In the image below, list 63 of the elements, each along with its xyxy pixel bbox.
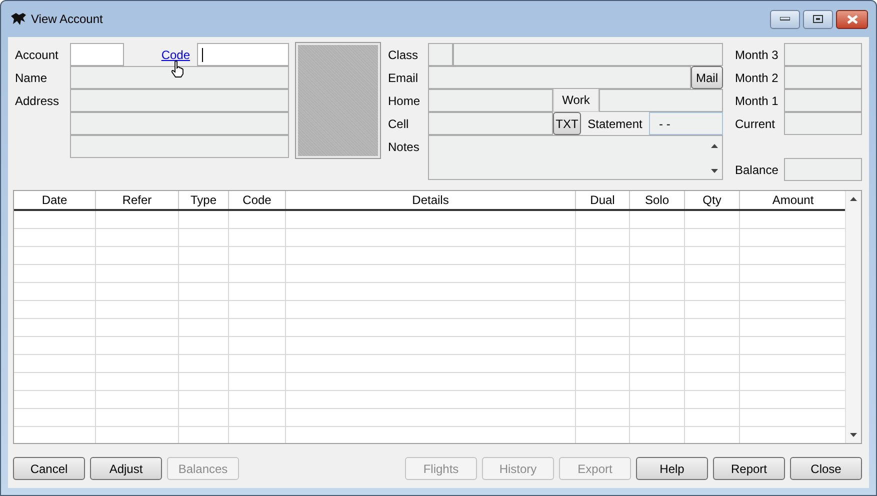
close-button[interactable]: [836, 10, 868, 28]
hand-cursor-icon: [171, 60, 184, 78]
class-code-field[interactable]: [428, 43, 453, 66]
name-field[interactable]: [70, 66, 289, 89]
scrollbar[interactable]: [845, 191, 861, 443]
code-link[interactable]: Code: [161, 48, 190, 62]
address-field[interactable]: [70, 89, 289, 112]
balance-field[interactable]: [784, 158, 862, 181]
minimize-icon: [780, 17, 790, 21]
address-field[interactable]: [70, 135, 289, 158]
home-label: Home: [387, 92, 422, 110]
close-icon: [846, 14, 858, 24]
maximize-icon: [813, 15, 823, 23]
action-button[interactable]: Adjust: [90, 457, 162, 480]
code-field[interactable]: [197, 43, 289, 66]
address-label: Address: [14, 92, 60, 110]
mail-button[interactable]: Mail: [691, 66, 723, 89]
email-label: Email: [387, 70, 420, 86]
minimize-button[interactable]: [770, 10, 800, 28]
address-field[interactable]: [70, 112, 289, 135]
txt-button[interactable]: TXT: [553, 112, 581, 135]
amount-field[interactable]: [784, 66, 862, 89]
column-header[interactable]: Date: [14, 191, 96, 209]
action-button[interactable]: Report: [713, 457, 785, 480]
scroll-down-icon: [710, 169, 718, 173]
account-field[interactable]: [70, 43, 124, 66]
maximize-button[interactable]: [803, 10, 833, 28]
column-header[interactable]: Dual: [576, 191, 630, 209]
statement-label: Statement: [586, 116, 644, 132]
column-header[interactable]: Type: [179, 191, 229, 209]
action-button[interactable]: Close: [790, 457, 862, 480]
scroll-up-icon: [710, 144, 718, 148]
balance-label: Balance: [734, 162, 780, 178]
column-header[interactable]: Solo: [630, 191, 685, 209]
column-header[interactable]: Refer: [96, 191, 179, 209]
amount-field[interactable]: [784, 112, 862, 135]
home-field[interactable]: [428, 89, 553, 112]
notes-label: Notes: [387, 138, 420, 156]
email-field[interactable]: [428, 66, 691, 89]
class-field[interactable]: [453, 43, 723, 66]
cell-label: Cell: [387, 116, 410, 132]
column-header[interactable]: Details: [286, 191, 576, 209]
notes-field[interactable]: [428, 135, 723, 180]
month-label: Month 2: [734, 70, 780, 86]
work-field[interactable]: [599, 89, 723, 112]
action-button[interactable]: Cancel: [13, 457, 85, 480]
window-title: View Account: [31, 12, 103, 26]
account-label: Account: [14, 46, 60, 64]
cell-field[interactable]: [428, 112, 553, 135]
amount-field[interactable]: [784, 89, 862, 112]
statement-field[interactable]: - -: [649, 112, 723, 135]
month-label: Current: [734, 116, 776, 132]
month-label: Month 1: [734, 92, 780, 110]
month-label: Month 3: [734, 46, 780, 64]
amount-field[interactable]: [784, 43, 862, 66]
class-label: Class: [387, 46, 420, 64]
scroll-down-icon: [850, 433, 857, 437]
scroll-up-icon: [850, 197, 857, 201]
column-header[interactable]: Code: [229, 191, 286, 209]
name-label: Name: [14, 70, 48, 86]
bird-icon: [11, 13, 26, 25]
action-button[interactable]: Help: [636, 457, 708, 480]
column-header[interactable]: Qty: [685, 191, 740, 209]
